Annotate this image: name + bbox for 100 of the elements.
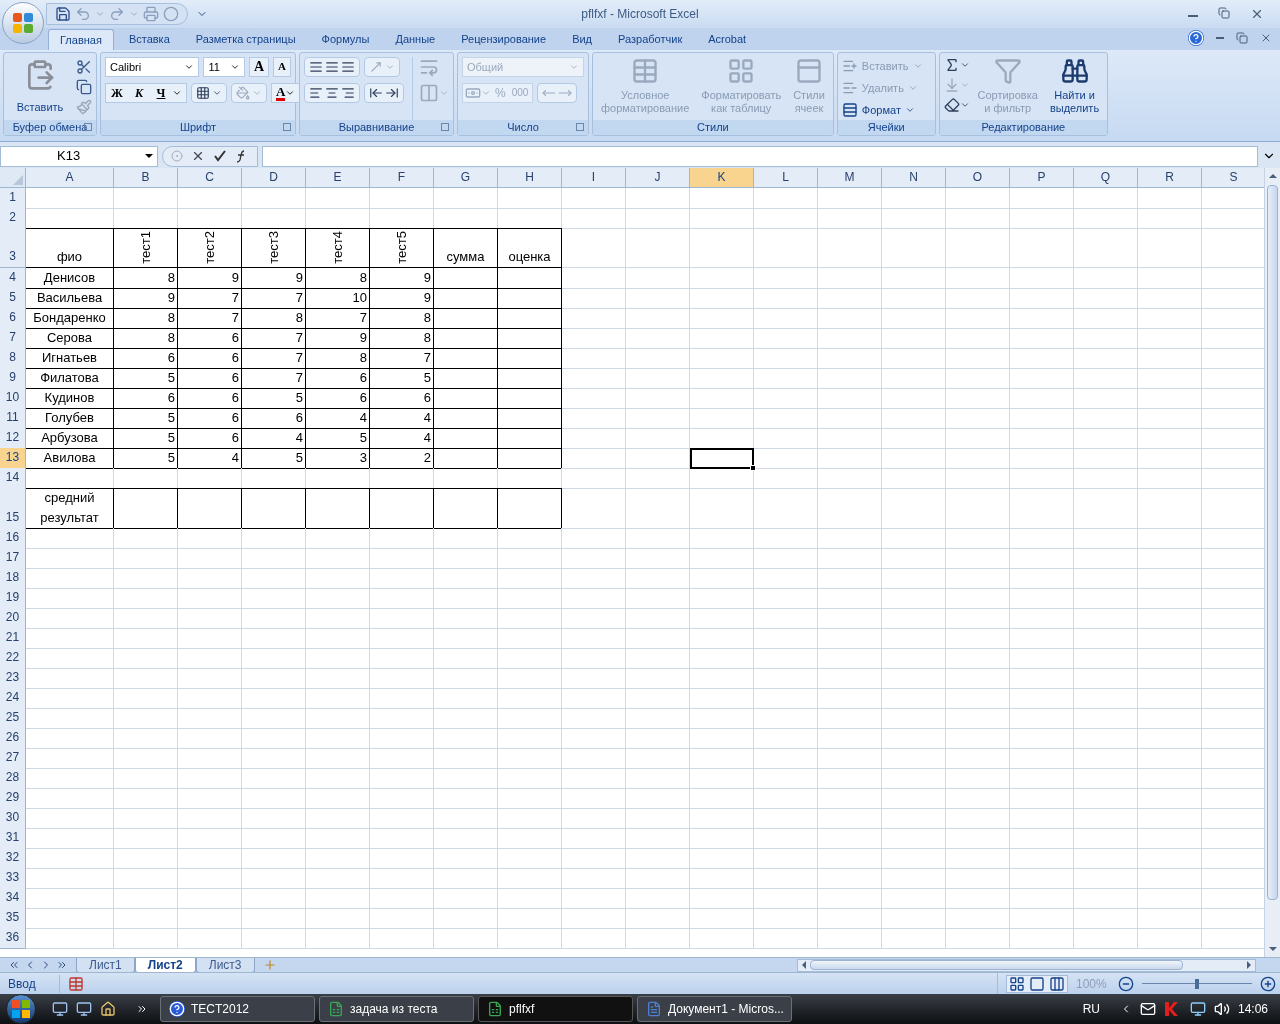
taskbar-button[interactable]: задача из теста <box>319 996 474 1022</box>
font-style-button[interactable]: Ж <box>106 83 128 102</box>
ribbon-large-button[interactable]: Найти и выделить <box>1045 56 1104 120</box>
active-cell[interactable] <box>690 447 754 469</box>
taskbar-button[interactable]: Документ1 - Micros... <box>637 996 792 1022</box>
indent-button[interactable] <box>364 82 404 103</box>
ribbon-tab[interactable]: Формулы <box>310 28 381 50</box>
row-header[interactable]: 5 <box>0 287 26 309</box>
ribbon-tab[interactable]: Главная <box>48 28 114 50</box>
row-header[interactable]: 8 <box>0 347 26 369</box>
row-header[interactable]: 4 <box>0 267 26 289</box>
row-header[interactable]: 29 <box>0 787 26 809</box>
row-header[interactable]: 9 <box>0 367 26 389</box>
row-header[interactable]: 22 <box>0 647 26 669</box>
sheet-tab[interactable]: Лист3 <box>195 957 255 973</box>
ribbon-tab[interactable]: Разметка страницы <box>184 28 307 50</box>
grow-font-button[interactable]: A <box>248 56 270 77</box>
row-header[interactable]: 19 <box>0 587 26 609</box>
row-header[interactable]: 26 <box>0 727 26 749</box>
column-header[interactable]: L <box>754 167 818 188</box>
row-header[interactable]: 16 <box>0 527 26 549</box>
row-header[interactable]: 24 <box>0 687 26 709</box>
name-box[interactable]: K13 <box>0 145 158 167</box>
row-header[interactable]: 15 <box>0 487 26 529</box>
column-header[interactable]: Q <box>1074 167 1138 188</box>
taskbar-button[interactable]: TECT2012 <box>160 996 315 1022</box>
fill-color-button[interactable] <box>231 82 267 103</box>
borders-button[interactable] <box>191 82 227 103</box>
row-header[interactable]: 34 <box>0 887 26 909</box>
slider-thumb[interactable] <box>1195 978 1199 989</box>
sheet-tab[interactable]: Лист1 <box>76 957 135 973</box>
row-header[interactable]: 32 <box>0 847 26 869</box>
ribbon-tab[interactable]: Данные <box>384 28 447 50</box>
row-header[interactable]: 17 <box>0 547 26 569</box>
column-header[interactable]: O <box>946 167 1010 188</box>
column-header[interactable]: J <box>626 167 690 188</box>
column-header[interactable]: D <box>242 167 306 188</box>
column-header[interactable]: P <box>1010 167 1074 188</box>
column-header[interactable]: G <box>434 167 498 188</box>
paste-button[interactable]: Вставить <box>8 56 72 120</box>
column-header[interactable]: M <box>818 167 882 188</box>
font-style-button[interactable]: К <box>128 83 150 102</box>
font-name-field[interactable]: Calibri <box>105 56 200 77</box>
horizontal-scrollbar[interactable] <box>796 958 1256 972</box>
row-header[interactable]: 14 <box>0 467 26 489</box>
language-indicator[interactable]: RU <box>1082 1000 1100 1018</box>
font-size-field[interactable]: 11 <box>203 56 245 77</box>
column-header[interactable]: K <box>690 167 754 188</box>
column-header[interactable]: H <box>498 167 562 188</box>
row-header[interactable]: 25 <box>0 707 26 729</box>
row-header[interactable]: 3 <box>0 227 26 268</box>
ribbon-tab[interactable]: Вид <box>561 28 604 50</box>
row-header[interactable]: 27 <box>0 747 26 769</box>
dialog-launcher-icon[interactable] <box>283 122 291 131</box>
ribbon-tab[interactable]: Разработчик <box>607 28 694 50</box>
row-header[interactable]: 10 <box>0 387 26 409</box>
row-header[interactable]: 7 <box>0 327 26 349</box>
row-header[interactable]: 33 <box>0 867 26 889</box>
fill-handle[interactable] <box>750 464 756 471</box>
row-header[interactable]: 1 <box>0 187 26 209</box>
column-header[interactable]: B <box>114 167 178 188</box>
font-style-button[interactable]: Ч <box>150 83 172 102</box>
minimize-icon[interactable] <box>1188 14 1198 17</box>
row-header[interactable]: 30 <box>0 807 26 829</box>
row-header[interactable]: 21 <box>0 627 26 649</box>
column-header[interactable]: E <box>306 167 370 188</box>
formula-field[interactable] <box>262 145 1258 167</box>
row-header[interactable]: 18 <box>0 567 26 589</box>
dialog-launcher-icon[interactable] <box>576 122 584 131</box>
ribbon-tab[interactable]: Acrobat <box>697 28 758 50</box>
vertical-align-button[interactable] <box>304 56 360 77</box>
row-header[interactable]: 12 <box>0 427 26 449</box>
column-header[interactable]: I <box>562 167 626 188</box>
column-header[interactable]: C <box>178 167 242 188</box>
column-header[interactable]: F <box>370 167 434 188</box>
row-header[interactable]: 31 <box>0 827 26 849</box>
sheet-tab[interactable]: Лист2 <box>134 957 196 973</box>
dialog-launcher-icon[interactable] <box>441 122 449 131</box>
row-header[interactable]: 36 <box>0 927 26 949</box>
row-header[interactable]: 28 <box>0 767 26 789</box>
zoom-slider[interactable] <box>1142 977 1252 990</box>
column-header[interactable]: R <box>1138 167 1202 188</box>
font-color-button[interactable]: A <box>271 82 301 103</box>
taskbar-button[interactable]: pflfxf <box>478 996 633 1022</box>
start-button[interactable] <box>6 994 36 1024</box>
column-header[interactable]: N <box>882 167 946 188</box>
row-header[interactable]: 2 <box>0 207 26 229</box>
office-button[interactable] <box>2 2 44 44</box>
horizontal-align-button[interactable] <box>304 82 360 103</box>
ribbon-tab[interactable]: Вставка <box>117 28 181 50</box>
row-header[interactable]: 13 <box>0 447 26 469</box>
view-buttons[interactable] <box>1006 974 1068 993</box>
ribbon-tab[interactable]: Рецензирование <box>450 28 558 50</box>
minimize-icon[interactable] <box>1216 36 1224 39</box>
row-header[interactable]: 11 <box>0 407 26 429</box>
row-header[interactable]: 20 <box>0 607 26 629</box>
shrink-font-button[interactable]: A <box>273 56 291 77</box>
row-header[interactable]: 6 <box>0 307 26 329</box>
row-header[interactable]: 23 <box>0 667 26 689</box>
row-header[interactable]: 35 <box>0 907 26 929</box>
